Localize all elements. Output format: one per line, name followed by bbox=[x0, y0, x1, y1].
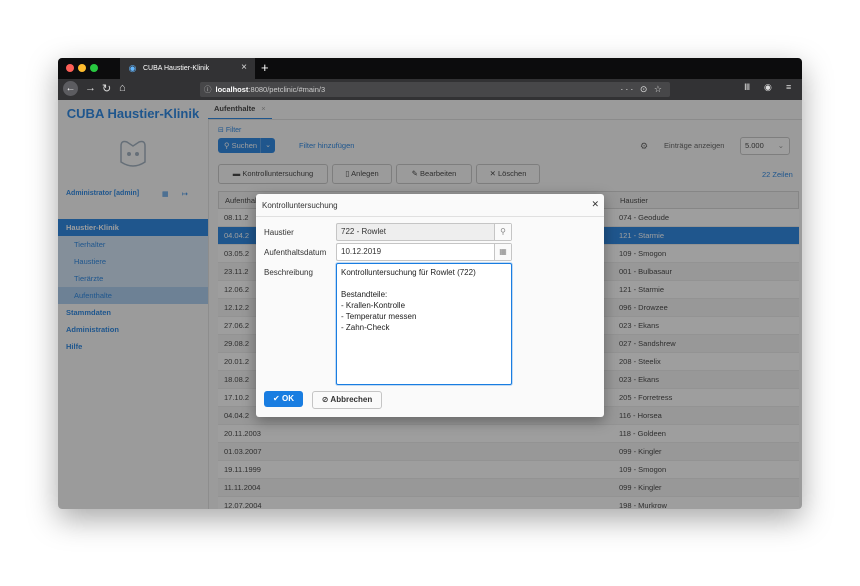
site-info-icon[interactable]: ⓘ bbox=[204, 82, 212, 97]
cancel-label: Abbrechen bbox=[330, 395, 373, 404]
calendar-icon[interactable]: ▦ bbox=[494, 244, 511, 260]
account-icon[interactable]: ◉ bbox=[764, 82, 772, 93]
date-label: Aufenthaltsdatum bbox=[264, 248, 327, 257]
url-path: :8080/petclinic/#main/3 bbox=[248, 85, 326, 94]
browser-tab-title: CUBA Haustier-Klinik bbox=[143, 65, 210, 72]
ok-button[interactable]: ✔ OK bbox=[264, 391, 303, 407]
description-line: - Zahn-Check bbox=[341, 323, 390, 332]
new-tab-icon[interactable]: + bbox=[261, 60, 269, 75]
description-line: - Temperatur messen bbox=[341, 312, 417, 321]
dialog-title: Kontrolluntersuchung bbox=[262, 201, 338, 210]
date-field[interactable]: 10.12.2019 ▦ bbox=[336, 243, 512, 261]
browser-tab[interactable]: ◉ CUBA Haustier-Klinik × bbox=[120, 58, 255, 79]
cancel-button[interactable]: ⊘ Abbrechen bbox=[312, 391, 382, 409]
search-icon[interactable]: ⚲ bbox=[494, 224, 511, 240]
pet-label: Haustier bbox=[264, 228, 294, 237]
close-icon[interactable]: ✕ bbox=[591, 199, 599, 210]
url-host: localhost bbox=[215, 85, 249, 94]
home-icon[interactable]: ⌂ bbox=[119, 82, 126, 94]
url-bar[interactable]: ⓘ localhost:8080/petclinic/#main/3 ··· ⊙ … bbox=[200, 82, 670, 97]
description-label: Beschreibung bbox=[264, 268, 313, 277]
dialog-header: Kontrolluntersuchung ✕ bbox=[256, 194, 604, 217]
back-icon[interactable]: ← bbox=[63, 81, 78, 96]
cuba-favicon-icon: ◉ bbox=[128, 63, 137, 73]
hamburger-menu-icon[interactable]: ≡ bbox=[786, 82, 791, 92]
library-icon[interactable]: Ⅲ bbox=[744, 82, 750, 93]
check-icon: ✔ bbox=[273, 394, 280, 403]
close-tab-icon[interactable]: × bbox=[241, 62, 247, 73]
minimize-window-dot[interactable] bbox=[78, 64, 86, 72]
description-line: - Krallen-Kontrolle bbox=[341, 301, 406, 310]
reload-icon[interactable]: ↻ bbox=[102, 82, 111, 95]
pet-value: 722 - Rowlet bbox=[341, 227, 386, 236]
description-line: Bestandteile: bbox=[341, 290, 388, 299]
cancel-icon: ⊘ bbox=[321, 395, 329, 404]
date-value: 10.12.2019 bbox=[341, 247, 382, 256]
browser-tab-strip: ◉ CUBA Haustier-Klinik × + bbox=[58, 58, 802, 79]
kontrolluntersuchung-dialog: Kontrolluntersuchung ✕ Haustier 722 - Ro… bbox=[256, 194, 604, 417]
ok-label: OK bbox=[281, 394, 294, 403]
close-window-dot[interactable] bbox=[66, 64, 74, 72]
pet-field[interactable]: 722 - Rowlet ⚲ bbox=[336, 223, 512, 241]
url-actions-icons[interactable]: ··· ⊙ ☆ bbox=[620, 82, 664, 97]
description-line: Kontrolluntersuchung für Rowlet (722) bbox=[341, 268, 476, 277]
forward-icon[interactable]: → bbox=[85, 82, 96, 94]
maximize-window-dot[interactable] bbox=[90, 64, 98, 72]
description-textarea[interactable]: Kontrolluntersuchung für Rowlet (722) Be… bbox=[336, 263, 512, 385]
browser-nav-bar: ← → ↻ ⌂ ⓘ localhost:8080/petclinic/#main/… bbox=[58, 79, 802, 100]
